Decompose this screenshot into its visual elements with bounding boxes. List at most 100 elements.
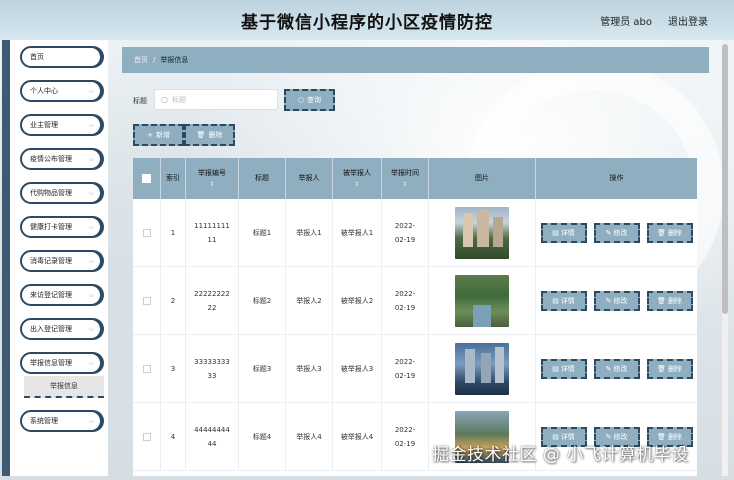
pencil-icon: ✎ bbox=[605, 365, 612, 373]
column-header-label: 图片 bbox=[475, 174, 489, 182]
sidebar-item-profile[interactable]: 个人中心 ⌵ bbox=[20, 80, 102, 102]
cell-time: 2022-02-19 bbox=[382, 335, 429, 403]
add-button[interactable]: + 新增 bbox=[133, 124, 184, 146]
sidebar-item-home[interactable]: 首页 bbox=[20, 46, 102, 68]
chevron-down-icon: ⌵ bbox=[88, 257, 94, 265]
cell-image bbox=[429, 335, 536, 403]
delete-button-label: 删除 bbox=[667, 297, 682, 305]
sidebar-item-label: 举报信息管理 bbox=[30, 359, 72, 367]
sidebar-item-system[interactable]: 系统管理 ⌵ bbox=[20, 410, 102, 432]
current-user: 管理员 abo bbox=[600, 17, 652, 28]
report-table: 索引 举报编号 ⇕ 标题 举报人 被举报人 ⇕ 举报时间 ⇕ 图片 操作 1 1111… bbox=[133, 158, 697, 476]
sidebar-item-label: 代购物品管理 bbox=[30, 189, 72, 197]
row-checkbox[interactable] bbox=[142, 365, 151, 373]
cell-index: 2 bbox=[161, 267, 186, 335]
search-button[interactable]: ○ 查询 bbox=[284, 89, 335, 111]
cell-reported: 被举报人4 bbox=[333, 403, 382, 471]
select-all-cell bbox=[133, 158, 161, 199]
cell-time: 2022-02-19 bbox=[382, 403, 429, 471]
chevron-down-icon: ⌵ bbox=[88, 359, 94, 367]
page-scrollbar-thumb[interactable] bbox=[722, 44, 728, 314]
select-all-checkbox[interactable] bbox=[142, 174, 151, 183]
sidebar-item-label: 健康打卡管理 bbox=[30, 223, 72, 231]
delete-button[interactable]: 🗑 删除 bbox=[646, 359, 693, 379]
breadcrumb-separator: / bbox=[153, 56, 156, 64]
breadcrumb: 首页 / 举报信息 bbox=[122, 47, 709, 73]
cell-title: 标题1 bbox=[239, 199, 286, 267]
sidebar-item-reports[interactable]: 举报信息管理 ⌵ bbox=[20, 352, 102, 374]
detail-button[interactable]: ▤ 详情 bbox=[540, 223, 587, 243]
column-header-title[interactable]: 标题 bbox=[239, 158, 286, 199]
sidebar-item-label: 疫情公布管理 bbox=[30, 155, 72, 163]
cell-reported: 被举报人2 bbox=[333, 267, 382, 335]
search-icon: ○ bbox=[161, 95, 168, 104]
cell-code: 1111111111 bbox=[186, 199, 239, 267]
app-title: 基于微信小程序的小区疫情防控 bbox=[241, 12, 493, 33]
chevron-down-icon: ⌵ bbox=[88, 417, 94, 425]
delete-button[interactable]: 🗑 删除 bbox=[646, 291, 693, 311]
sidebar-item-epidemic-notice[interactable]: 疫情公布管理 ⌵ bbox=[20, 148, 102, 170]
edit-button-label: 修改 bbox=[613, 365, 628, 373]
sidebar-item-visitors[interactable]: 来访登记管理 ⌵ bbox=[20, 284, 102, 306]
cell-time: 2022-02-19 bbox=[382, 267, 429, 335]
detail-button[interactable]: ▤ 详情 bbox=[540, 291, 587, 311]
sidebar-item-health-checkin[interactable]: 健康打卡管理 ⌵ bbox=[20, 216, 102, 238]
cell-index: 3 bbox=[161, 335, 186, 403]
row-checkbox[interactable] bbox=[142, 229, 151, 237]
search-input[interactable]: ○ 标题 bbox=[154, 89, 278, 110]
watermark: 掘金技术社区 @ 小飞计算机毕设 bbox=[432, 445, 689, 465]
trash-icon: 🗑 bbox=[657, 365, 666, 373]
sidebar-item-purchasing[interactable]: 代购物品管理 ⌵ bbox=[20, 182, 102, 204]
row-checkbox-cell bbox=[133, 267, 161, 335]
add-button-label: 新增 bbox=[155, 131, 170, 139]
cell-reporter: 举报人1 bbox=[286, 199, 333, 267]
sidebar-item-access-log[interactable]: 出入登记管理 ⌵ bbox=[20, 318, 102, 340]
cell-actions: ▤ 详情 ✎ 修改 🗑 删除 bbox=[536, 335, 697, 403]
sidebar-item-disinfection[interactable]: 消毒记录管理 ⌵ bbox=[20, 250, 102, 272]
cell-image bbox=[429, 267, 536, 335]
document-icon: ▤ bbox=[552, 229, 559, 237]
table-row: 1 1111111111 标题1 举报人1 被举报人1 2022-02-19 ▤… bbox=[133, 199, 697, 267]
delete-button-label: 删除 bbox=[667, 365, 682, 373]
column-header-label: 标题 bbox=[255, 174, 269, 182]
sidebar-item-owners[interactable]: 业主管理 ⌵ bbox=[20, 114, 102, 136]
sort-icon: ⇕ bbox=[209, 180, 215, 188]
table-row: 3 3333333333 标题3 举报人3 被举报人3 2022-02-19 ▤… bbox=[133, 335, 697, 403]
plus-icon: + bbox=[147, 131, 153, 139]
column-header-reported[interactable]: 被举报人 ⇕ bbox=[333, 158, 382, 199]
column-header-image: 图片 bbox=[429, 158, 536, 199]
column-header-label: 索引 bbox=[166, 174, 180, 182]
cell-title: 标题3 bbox=[239, 335, 286, 403]
column-header-actions: 操作 bbox=[536, 158, 697, 199]
top-bar: 基于微信小程序的小区疫情防控 管理员 abo 退出登录 bbox=[0, 0, 734, 40]
breadcrumb-home[interactable]: 首页 bbox=[134, 55, 148, 65]
cell-code: 2222222222 bbox=[186, 267, 239, 335]
sidebar-item-label: 个人中心 bbox=[30, 87, 58, 95]
row-checkbox[interactable] bbox=[142, 433, 151, 441]
column-header-time[interactable]: 举报时间 ⇕ bbox=[382, 158, 429, 199]
batch-delete-button[interactable]: 🗑 删除 bbox=[184, 124, 235, 146]
cell-image bbox=[429, 199, 536, 267]
sidebar-item-label: 首页 bbox=[30, 53, 44, 61]
detail-button-label: 详情 bbox=[560, 297, 575, 305]
cell-code: 3333333333 bbox=[186, 335, 239, 403]
column-header-reporter[interactable]: 举报人 bbox=[286, 158, 333, 199]
column-header-index[interactable]: 索引 bbox=[161, 158, 186, 199]
column-header-code[interactable]: 举报编号 ⇕ bbox=[186, 158, 239, 199]
cell-actions: ▤ 详情 ✎ 修改 🗑 删除 bbox=[536, 199, 697, 267]
edit-button[interactable]: ✎ 修改 bbox=[593, 291, 640, 311]
cell-time: 2022-02-19 bbox=[382, 199, 429, 267]
report-image[interactable] bbox=[455, 275, 509, 327]
delete-button[interactable]: 🗑 删除 bbox=[646, 223, 693, 243]
logout-link[interactable]: 退出登录 bbox=[668, 13, 708, 28]
report-image[interactable] bbox=[455, 343, 509, 395]
sidebar-subitem-report-info[interactable]: 举报信息 bbox=[24, 376, 104, 398]
report-image[interactable] bbox=[455, 207, 509, 259]
detail-button[interactable]: ▤ 详情 bbox=[540, 359, 587, 379]
edit-button[interactable]: ✎ 修改 bbox=[593, 359, 640, 379]
sidebar-item-label: 出入登记管理 bbox=[30, 325, 72, 333]
document-icon: ▤ bbox=[552, 297, 559, 305]
row-checkbox[interactable] bbox=[142, 297, 151, 305]
row-checkbox-cell bbox=[133, 335, 161, 403]
edit-button[interactable]: ✎ 修改 bbox=[593, 223, 640, 243]
